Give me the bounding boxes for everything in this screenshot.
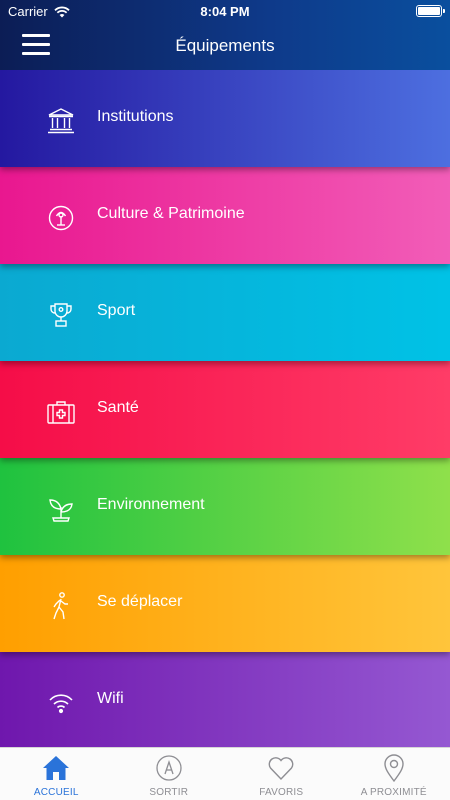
heart-icon: [266, 753, 296, 783]
plant-sprout-icon: [46, 494, 76, 524]
tab-label: ACCUEIL: [33, 787, 79, 798]
category-institutions[interactable]: Institutions: [0, 70, 450, 167]
wifi-icon: [46, 688, 76, 718]
trophy-icon: [46, 300, 76, 330]
institution-building-icon: [46, 106, 76, 136]
category-list: Institutions Culture & Patrimoine Sport …: [0, 70, 450, 747]
status-bar: Carrier 8:04 PM: [0, 0, 450, 22]
status-time: 8:04 PM: [200, 4, 250, 19]
culture-icon: [46, 203, 76, 233]
category-label: Santé: [97, 399, 139, 416]
category-label: Se déplacer: [97, 593, 183, 610]
category-sport[interactable]: Sport: [0, 264, 450, 361]
battery-icon: [416, 5, 445, 17]
category-label: Institutions: [97, 108, 174, 125]
tab-bar: ACCUEIL SORTIR FAVORIS A PROXIMITÉ: [0, 747, 450, 800]
category-se-deplacer[interactable]: Se déplacer: [0, 555, 450, 652]
first-aid-kit-icon: [46, 397, 76, 427]
compass-a-icon: [154, 753, 184, 783]
location-pin-icon: [379, 753, 409, 783]
tab-label: A PROXIMITÉ: [360, 787, 427, 798]
category-sante[interactable]: Santé: [0, 361, 450, 458]
page-title: Équipements: [175, 36, 275, 55]
category-wifi[interactable]: Wifi: [0, 652, 450, 747]
walking-person-icon: [46, 591, 76, 621]
category-label: Wifi: [97, 690, 124, 707]
category-label: Environnement: [97, 496, 205, 513]
home-icon: [41, 753, 71, 783]
tab-a-proximite[interactable]: A PROXIMITÉ: [338, 748, 450, 800]
tab-label: FAVORIS: [259, 787, 304, 798]
tab-label: SORTIR: [149, 787, 189, 798]
tab-sortir[interactable]: SORTIR: [113, 748, 226, 800]
category-label: Culture & Patrimoine: [97, 205, 245, 222]
app-header: Carrier 8:04 PM Équipements: [0, 0, 450, 70]
tab-accueil[interactable]: ACCUEIL: [0, 748, 113, 800]
category-environnement[interactable]: Environnement: [0, 458, 450, 555]
category-label: Sport: [97, 302, 136, 319]
tab-favoris[interactable]: FAVORIS: [225, 748, 338, 800]
category-culture-patrimoine[interactable]: Culture & Patrimoine: [0, 167, 450, 264]
